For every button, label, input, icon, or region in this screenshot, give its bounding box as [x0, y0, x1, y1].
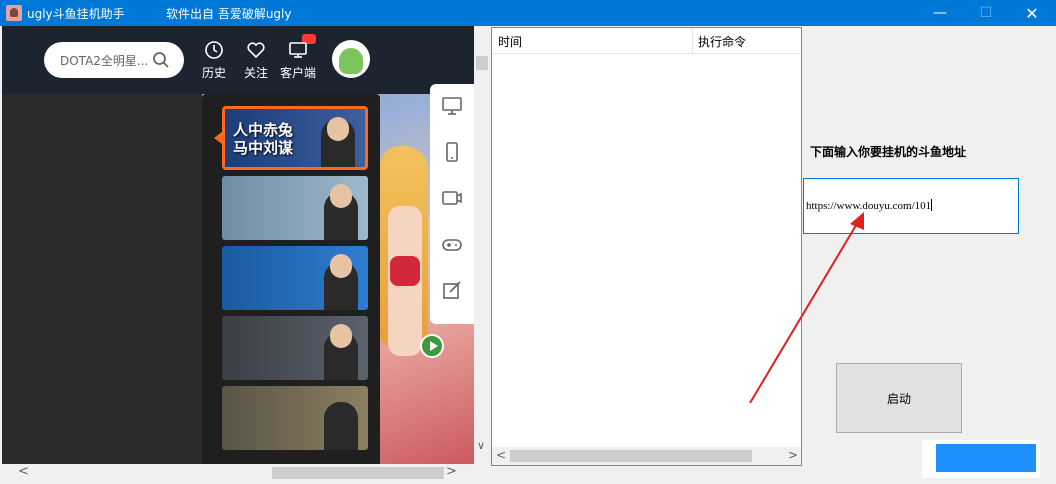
scrollbar-thumb[interactable]: [476, 56, 488, 70]
user-avatar[interactable]: [332, 40, 370, 78]
history-nav[interactable]: 历史: [194, 40, 234, 81]
character-outfit: [390, 256, 420, 286]
title-bar: ugly斗鱼挂机助手 软件出自 吾爱破解ugly — ☐ ✕: [0, 0, 1056, 26]
monitor-icon: [289, 42, 307, 58]
gamepad-icon[interactable]: [440, 232, 464, 256]
streamer-face: [330, 184, 352, 208]
client-label: 客户端: [279, 66, 316, 80]
chevron-down-icon[interactable]: ∨: [477, 439, 485, 452]
streamer-face: [327, 117, 349, 141]
thumbnail-item[interactable]: [222, 316, 368, 380]
desktop-icon[interactable]: [440, 94, 464, 118]
streamer-image: [324, 402, 358, 450]
avatar-image: [339, 48, 363, 74]
phone-icon[interactable]: [440, 140, 464, 164]
column-divider[interactable]: [692, 28, 693, 54]
close-button[interactable]: ✕: [1009, 0, 1055, 26]
follow-nav[interactable]: 关注: [236, 40, 276, 81]
web-view[interactable]: DOTA2全明星... 历史 关注 客户端 人中赤兔 马中刘谋: [2, 26, 474, 466]
video-camera-icon[interactable]: [440, 186, 464, 210]
client-nav[interactable]: 客户端: [278, 40, 318, 81]
url-label: 下面输入你要挂机的斗鱼地址: [810, 145, 967, 159]
streamer-face: [330, 324, 352, 348]
thumbnail-item[interactable]: [222, 176, 368, 240]
app-icon: [6, 5, 22, 21]
thumbnail-item[interactable]: [222, 246, 368, 310]
follow-label: 关注: [243, 66, 268, 80]
active-indicator: [214, 132, 222, 144]
web-header: DOTA2全明星... 历史 关注 客户端: [2, 26, 474, 94]
text-caret: [931, 199, 933, 211]
history-label: 历史: [201, 66, 226, 80]
heart-icon: [247, 42, 265, 59]
thumbnail-item[interactable]: [222, 386, 368, 450]
chevron-left-icon[interactable]: <: [496, 448, 506, 462]
watermark-logo: [922, 440, 1040, 478]
web-horizontal-scrollbar[interactable]: < >: [2, 464, 490, 482]
web-search-input[interactable]: DOTA2全明星...: [60, 52, 148, 69]
chevron-right-icon[interactable]: >: [446, 464, 457, 479]
play-icon[interactable]: [420, 334, 444, 358]
column-header-command[interactable]: 执行命令: [698, 33, 746, 50]
window-title: ugly斗鱼挂机助手: [27, 7, 125, 21]
streamer-face: [330, 254, 352, 278]
web-search-box[interactable]: DOTA2全明星...: [44, 42, 184, 78]
thumbnail-item[interactable]: 人中赤兔 马中刘谋: [222, 106, 368, 170]
edit-icon[interactable]: [440, 278, 464, 302]
side-toolbar: [430, 84, 474, 324]
anime-character-image: [380, 136, 430, 466]
minimize-button[interactable]: —: [917, 0, 963, 26]
log-header: 时间 执行命令: [492, 28, 801, 54]
start-button[interactable]: 启动: [836, 363, 962, 433]
chevron-right-icon[interactable]: >: [788, 448, 798, 462]
column-header-time[interactable]: 时间: [498, 33, 522, 50]
maximize-button[interactable]: ☐: [963, 0, 1009, 26]
watermark-image: [936, 444, 1036, 472]
search-icon[interactable]: [152, 51, 170, 69]
clock-icon: [205, 41, 223, 59]
web-vertical-scrollbar[interactable]: ∨: [474, 26, 490, 452]
scrollbar-thumb[interactable]: [272, 467, 444, 479]
window-subtitle: 软件出自 吾爱破解ugly: [166, 7, 292, 21]
web-left-area: [2, 94, 202, 466]
scrollbar-thumb[interactable]: [510, 450, 752, 462]
thumbnail-title: 人中赤兔 马中刘谋: [233, 121, 294, 157]
chevron-left-icon[interactable]: <: [18, 464, 29, 479]
log-horizontal-scrollbar[interactable]: < >: [492, 447, 801, 465]
